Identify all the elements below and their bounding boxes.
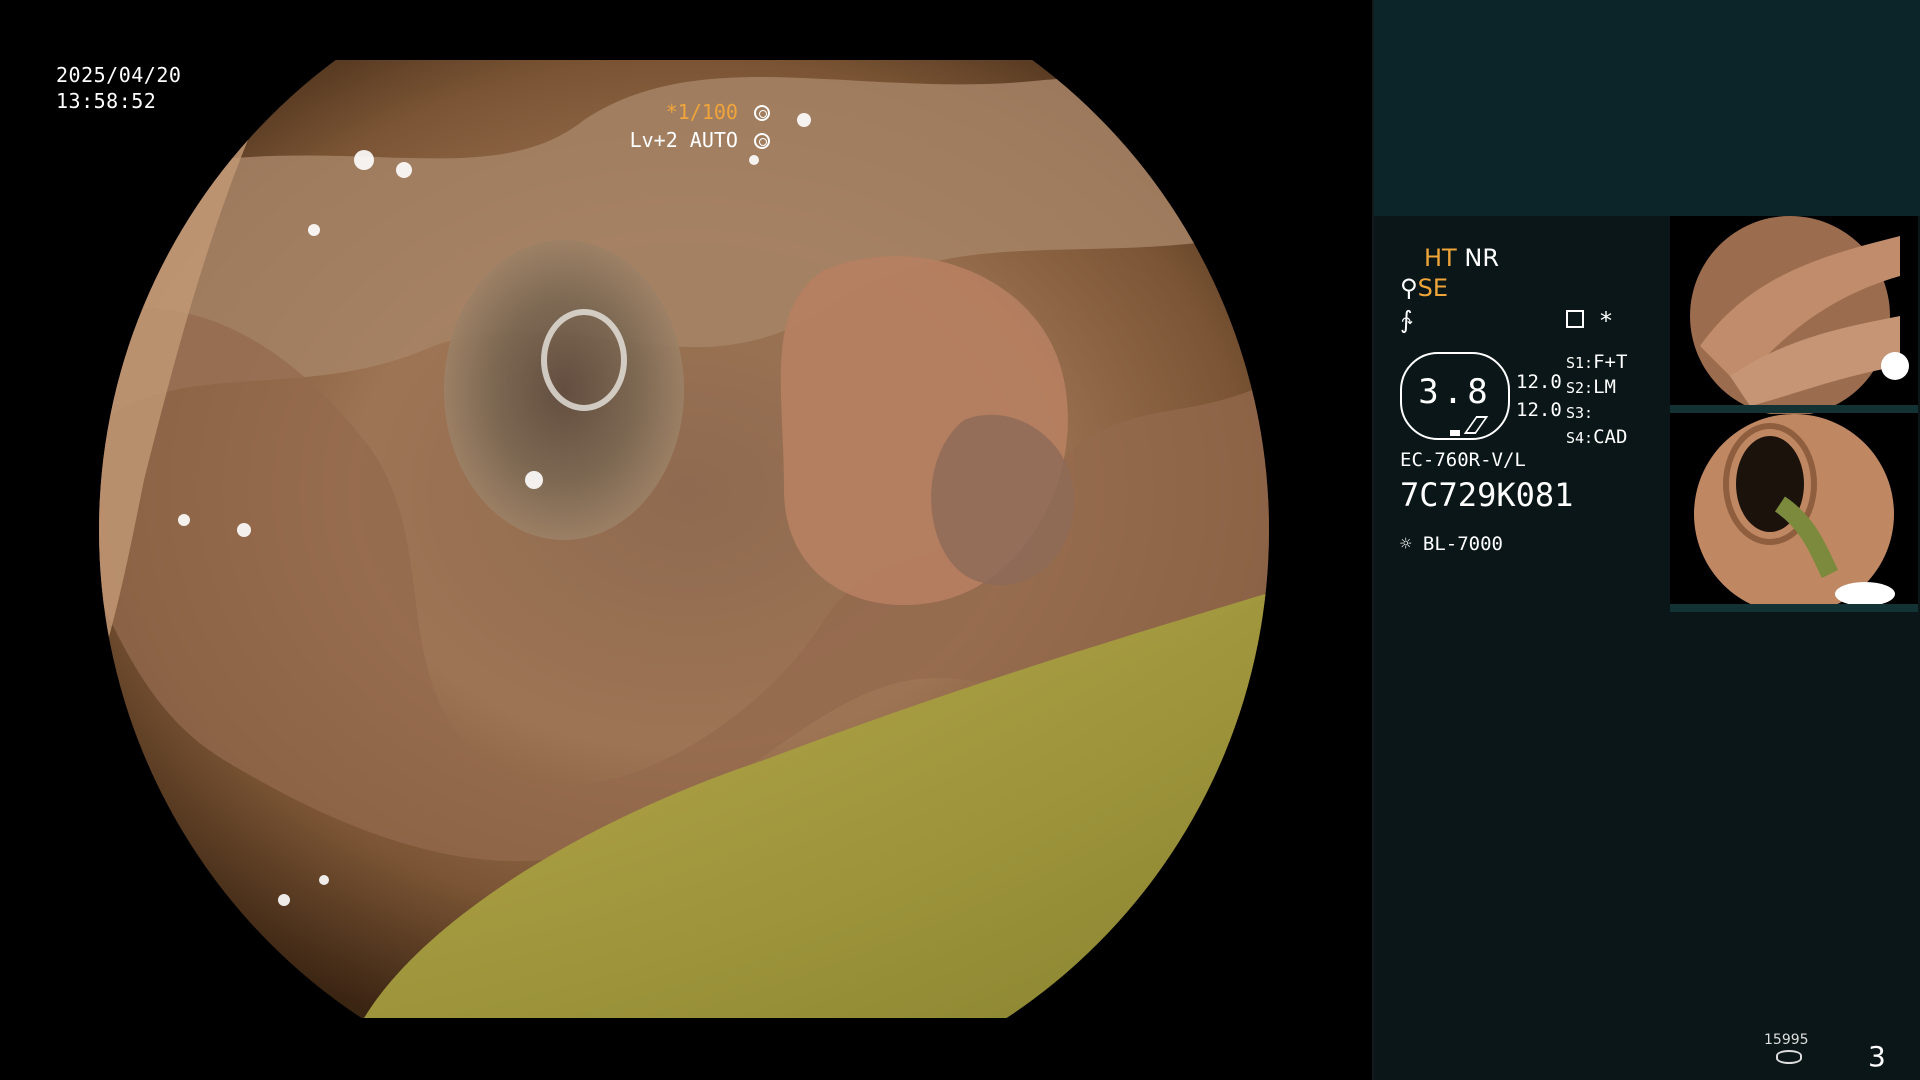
- setting-s2-value: LM: [1593, 376, 1616, 398]
- setting-s1-value: F+T: [1593, 351, 1628, 373]
- mode-ht-nr: HT NR: [1424, 243, 1499, 273]
- ht-label: HT: [1424, 244, 1457, 272]
- gear-icon: [754, 133, 770, 149]
- page-number: 3: [1868, 1040, 1886, 1073]
- se-icon: ⚲: [1400, 274, 1418, 302]
- endoscope-image: [64, 60, 1312, 1018]
- right-top-panel: [1374, 0, 1920, 216]
- thumbnail-2-image: [1670, 414, 1918, 612]
- document-icon: [1566, 310, 1584, 328]
- level-text: Lv+2 AUTO: [629, 128, 738, 152]
- zoom-right-value-2: 12.0: [1516, 399, 1562, 421]
- zoom-marker: [1450, 430, 1460, 436]
- setting-s4-key: S4:: [1566, 429, 1594, 447]
- nr-label: NR: [1464, 244, 1499, 272]
- light-source-label: BL-7000: [1422, 533, 1503, 555]
- date-text: 2025/04/20: [56, 63, 182, 87]
- zoom-dial: 3.8: [1400, 352, 1510, 440]
- setting-s4-value: CAD: [1593, 426, 1628, 448]
- thumbnail-2[interactable]: [1670, 414, 1918, 612]
- zoom-right-value-1: 12.0: [1516, 371, 1562, 393]
- storage-counter: 15995: [1764, 1032, 1809, 1048]
- star-label: *: [1600, 307, 1612, 335]
- setting-s3-key: S3:: [1566, 404, 1594, 422]
- thumbnail-1[interactable]: [1670, 216, 1918, 414]
- scope-serial: 7C729K081: [1400, 476, 1574, 514]
- datetime-overlay: 2025/04/20 13:58:52: [56, 62, 181, 114]
- mode-se: ⚲SE: [1400, 273, 1448, 303]
- thumbnail-2-bar: [1670, 604, 1918, 612]
- scope-model: EC-760R-V/L: [1400, 449, 1526, 471]
- mode-filter: ∱: [1400, 305, 1413, 335]
- thumbnail-1-image: [1670, 216, 1918, 414]
- light-source-icon: ☼: [1400, 533, 1412, 555]
- shutter-text: *1/100: [665, 100, 738, 124]
- filter-icon: ∱: [1400, 306, 1413, 334]
- time-text: 13:58:52: [56, 89, 157, 113]
- setting-s2-key: S2:: [1566, 379, 1594, 397]
- setting-s2: S2:LM: [1566, 375, 1616, 401]
- zoom-value: 3.8: [1418, 372, 1492, 412]
- setting-s4: S4:CAD: [1566, 425, 1627, 451]
- thumbnail-1-bar: [1670, 405, 1918, 413]
- se-label: SE: [1417, 274, 1448, 302]
- star-indicator: *: [1600, 306, 1612, 336]
- endoscope-view: 2025/04/20 13:58:52 *1/100 Lv+2 AUTO: [0, 0, 1372, 1080]
- endoscope-scene: [64, 60, 1312, 1018]
- setting-s1: S1:F+T: [1566, 350, 1627, 376]
- exposure-info: *1/100 Lv+2 AUTO: [630, 98, 770, 154]
- light-source: ☼ BL-7000: [1400, 532, 1503, 557]
- setting-s3: S3:: [1566, 400, 1593, 426]
- aperture-icon: [754, 105, 770, 121]
- setting-s1-key: S1:: [1566, 354, 1594, 372]
- disk-icon: [1776, 1050, 1802, 1064]
- zoom-slash-icon: [1463, 416, 1489, 434]
